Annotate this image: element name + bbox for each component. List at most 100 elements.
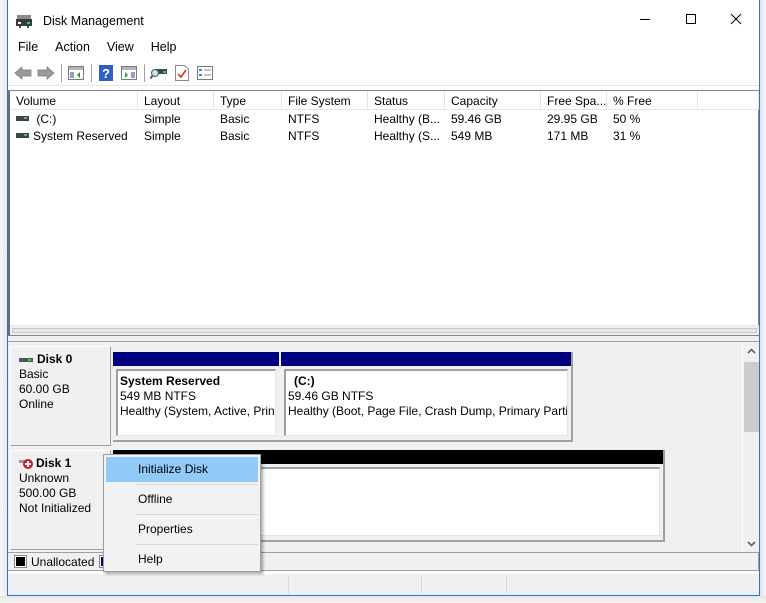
legend-label-unallocated: Unallocated [31, 554, 95, 569]
capacity-cell: 549 MB [451, 129, 493, 143]
window-shadow [760, 0, 766, 603]
volume-row[interactable]: System Reserved Simple Basic NTFS Health… [10, 128, 759, 145]
disk-context-menu: Initialize Disk Offline Properties Help [103, 454, 261, 572]
toolbar: ? [8, 60, 759, 86]
partition-system-reserved[interactable]: System Reserved 549 MB NTFS Healthy (Sys… [113, 352, 279, 440]
volume-name: (C:) [36, 112, 57, 126]
menu-view[interactable]: View [97, 38, 141, 58]
disk-not-initialized-icon [19, 458, 33, 469]
column-header-free-space[interactable]: Free Spa... [541, 91, 607, 110]
title-bar[interactable]: Disk Management [8, 0, 759, 38]
disk-0-name: Disk 0 [37, 352, 73, 366]
type-cell: Basic [220, 112, 250, 126]
menu-item-offline[interactable]: Offline [106, 487, 258, 512]
scroll-up-button[interactable] [743, 342, 759, 359]
toolbar-separator [144, 63, 145, 82]
legend-swatch-unallocated [14, 555, 27, 568]
disk-0-size: 60.00 GB [19, 382, 70, 396]
rescan-disks-icon [150, 68, 167, 79]
volume-drive-icon [16, 116, 29, 122]
partition-bar [281, 352, 571, 366]
status-bar [8, 574, 759, 596]
disk-1-state: Not Initialized [19, 501, 92, 515]
partition-status: Healthy (Boot, Page File, Crash Dump, Pr… [288, 404, 568, 418]
back-button[interactable] [12, 62, 34, 84]
column-header-percent-free[interactable]: % Free [607, 91, 698, 110]
partition-size-fs: 59.46 GB NTFS [288, 389, 374, 403]
rescan-disks-button[interactable] [148, 62, 170, 84]
menu-action[interactable]: Action [45, 38, 97, 58]
disk-online-icon [19, 357, 33, 362]
forward-arrow-icon [37, 65, 55, 80]
show-hide-action-pane-icon [121, 65, 137, 80]
partition-size-fs: 549 MB NTFS [120, 389, 197, 403]
close-icon [730, 13, 742, 25]
scroll-down-button[interactable] [743, 535, 759, 552]
toolbar-separator [91, 63, 92, 82]
column-header-volume[interactable]: Volume [10, 91, 138, 110]
show-hide-action-pane-button[interactable] [118, 62, 140, 84]
layout-cell: Simple [144, 129, 181, 143]
column-header-status[interactable]: Status [368, 91, 445, 110]
free-space-cell: 29.95 GB [547, 112, 598, 126]
disk-management-window: Disk Management File Action View Help ? [0, 0, 766, 603]
minimize-button[interactable] [622, 0, 668, 38]
disk-1-name: Disk 1 [36, 456, 72, 470]
volume-cell: System Reserved [10, 128, 138, 145]
help-icon: ? [99, 64, 113, 81]
forward-button[interactable] [35, 62, 57, 84]
menu-item-initialize-disk[interactable]: Initialize Disk [106, 457, 258, 482]
vertical-scrollbar-thumb[interactable] [744, 362, 759, 432]
status-cell: Healthy (B... [374, 112, 441, 126]
properties-check-icon [175, 64, 189, 81]
minimize-icon [640, 19, 650, 20]
column-header-capacity[interactable]: Capacity [445, 91, 541, 110]
chevron-down-icon [747, 540, 756, 547]
disk-1-type: Unknown [19, 471, 70, 485]
back-arrow-icon [14, 65, 32, 80]
window-shadow [0, 596, 766, 603]
status-bar-divider [288, 576, 289, 594]
help-button[interactable]: ? [95, 62, 117, 84]
menu-file[interactable]: File [8, 38, 45, 58]
menu-bar: File Action View Help [8, 38, 759, 58]
status-cell: Healthy (S... [374, 129, 441, 143]
maximize-button[interactable] [668, 0, 714, 38]
volume-name: System Reserved [33, 129, 128, 143]
percent-free-cell: 31 % [613, 129, 641, 143]
show-hide-console-tree-icon [68, 65, 84, 80]
menu-item-properties[interactable]: Properties [106, 517, 258, 542]
partition-c-drive[interactable]: (C:) 59.46 GB NTFS Healthy (Boot, Page F… [281, 352, 571, 440]
layout-cell: Simple [144, 112, 181, 126]
column-header-layout[interactable]: Layout [138, 91, 214, 110]
partition-status: Healthy (System, Active, Prin [120, 404, 275, 418]
svg-text:?: ? [102, 66, 110, 81]
horizontal-scrollbar[interactable] [10, 325, 759, 335]
disk-0-label[interactable]: Disk 0 Basic 60.00 GB Online [10, 346, 111, 446]
properties-button[interactable] [171, 62, 193, 84]
menu-separator [136, 484, 258, 485]
partition-bar [113, 352, 279, 366]
volume-row[interactable]: (C:) Simple Basic NTFS Healthy (B... 59.… [10, 111, 759, 128]
maximize-icon [686, 14, 696, 24]
disk-0-type: Basic [19, 367, 49, 381]
show-hide-console-tree-button[interactable] [65, 62, 87, 84]
list-view-button[interactable] [194, 62, 216, 84]
volume-cell: (C:) [10, 111, 138, 128]
menu-help[interactable]: Help [141, 38, 184, 58]
status-bar-divider [421, 576, 422, 594]
window-title: Disk Management [43, 14, 144, 28]
disk-1-label[interactable]: Disk 1 Unknown 500.00 GB Not Initialized [10, 450, 111, 550]
menu-item-help[interactable]: Help [106, 547, 258, 572]
column-header-file-system[interactable]: File System [282, 91, 368, 110]
volume-list: Volume Layout Type File System Status Ca… [8, 90, 759, 336]
toolbar-separator [61, 63, 62, 82]
disk-0-state: Online [19, 397, 54, 411]
horizontal-scrollbar-track[interactable] [12, 328, 757, 333]
partition-body: (C:) 59.46 GB NTFS Healthy (Boot, Page F… [284, 369, 568, 436]
menu-separator [136, 544, 258, 545]
vertical-scrollbar[interactable] [742, 342, 759, 552]
column-header-type[interactable]: Type [214, 91, 282, 110]
close-button[interactable] [713, 0, 759, 38]
menu-separator [136, 514, 258, 515]
